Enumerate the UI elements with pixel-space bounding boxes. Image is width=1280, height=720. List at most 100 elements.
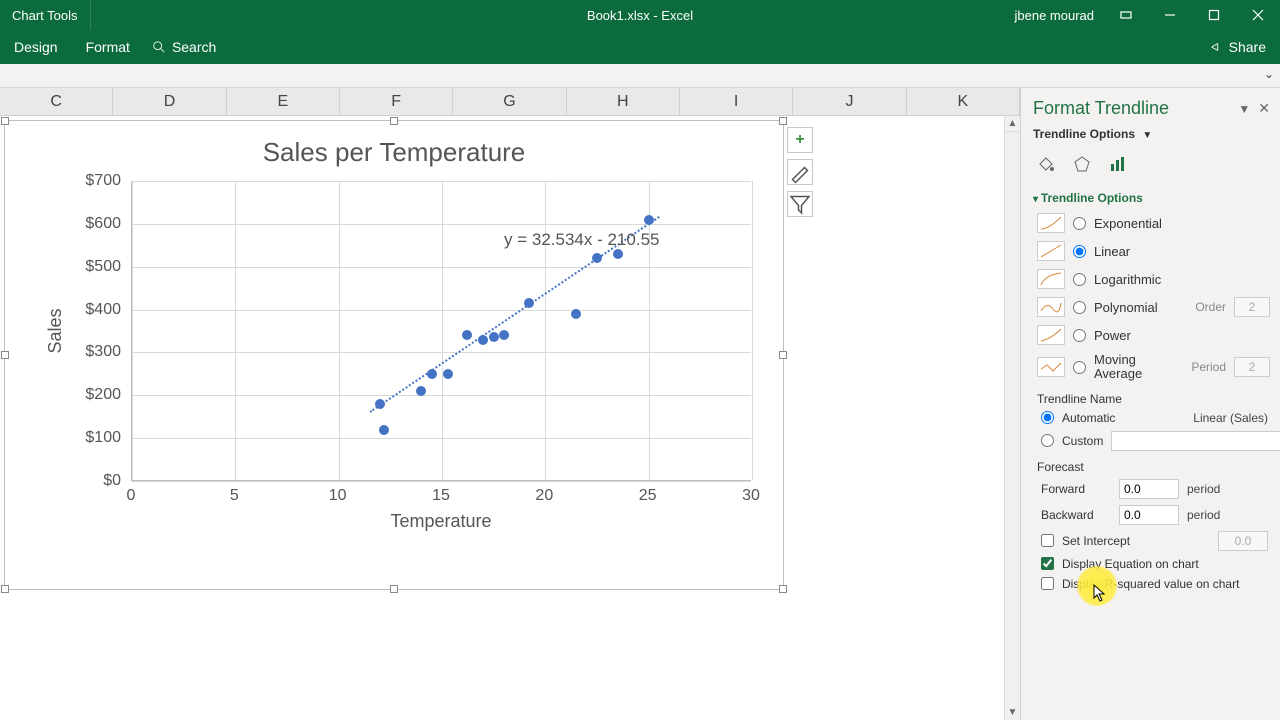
search-icon [152, 40, 166, 54]
checkbox-set-intercept[interactable] [1041, 534, 1054, 547]
data-point[interactable] [571, 309, 581, 319]
option-logarithmic[interactable]: Logarithmic [1021, 265, 1280, 293]
ribbon-tabs: Design Format Search Share [0, 30, 1280, 64]
auto-name-value: Linear (Sales) [1193, 411, 1268, 425]
chart-object[interactable]: Sales per Temperature Sales $0$100$200$3… [4, 120, 784, 590]
radio-linear[interactable] [1073, 245, 1086, 258]
col-header[interactable]: J [793, 88, 906, 115]
tab-design[interactable]: Design [0, 30, 72, 64]
chart-add-element-button[interactable]: + [787, 127, 813, 153]
share-button[interactable]: Share [1209, 39, 1266, 55]
trendline-equation-label[interactable]: y = 32.534x - 210.55 [504, 230, 659, 250]
col-header[interactable]: E [227, 88, 340, 115]
scroll-up-icon[interactable]: ▲ [1005, 116, 1020, 132]
pane-close-icon[interactable]: ✕ [1258, 100, 1270, 117]
radio-power[interactable] [1073, 329, 1086, 342]
radio-logarithmic[interactable] [1073, 273, 1086, 286]
name-automatic-row[interactable]: Automatic Linear (Sales) [1021, 408, 1280, 428]
pane-dropdown-icon[interactable]: ▼ [1238, 102, 1250, 116]
data-point[interactable] [462, 330, 472, 340]
chart-tools-label: Chart Tools [0, 0, 91, 30]
y-axis-title[interactable]: Sales [45, 308, 66, 353]
name-custom-row[interactable]: Custom [1021, 428, 1280, 454]
scroll-down-icon[interactable]: ▼ [1005, 704, 1020, 720]
moving-average-icon [1037, 357, 1065, 377]
data-point[interactable] [443, 369, 453, 379]
col-header[interactable]: D [113, 88, 226, 115]
ribbon-area: ⌄ [0, 64, 1280, 88]
resize-handle[interactable] [779, 585, 787, 593]
maximize-button[interactable] [1192, 0, 1236, 30]
option-linear[interactable]: Linear [1021, 237, 1280, 265]
radio-name-automatic[interactable] [1041, 411, 1054, 424]
col-header[interactable]: H [567, 88, 680, 115]
radio-polynomial[interactable] [1073, 301, 1086, 314]
resize-handle[interactable] [1, 351, 9, 359]
ribbon-display-options[interactable] [1104, 0, 1148, 30]
backward-input[interactable] [1119, 505, 1179, 525]
backward-label: Backward [1041, 508, 1111, 522]
plot-area[interactable]: y = 32.534x - 210.55 [131, 181, 751, 481]
data-point[interactable] [489, 332, 499, 342]
trendline-options-dropdown[interactable]: Trendline Options [1033, 127, 1135, 141]
brush-icon [788, 160, 812, 184]
bar-chart-icon [1108, 154, 1128, 174]
funnel-icon [788, 192, 812, 216]
close-button[interactable] [1236, 0, 1280, 30]
format-trendline-pane: Format Trendline ▼ ✕ Trendline Options ▼ [1020, 88, 1280, 720]
forward-input[interactable] [1119, 479, 1179, 499]
custom-name-input[interactable] [1111, 431, 1280, 451]
x-axis-title[interactable]: Temperature [131, 511, 751, 532]
col-header[interactable]: F [340, 88, 453, 115]
chart-title[interactable]: Sales per Temperature [5, 137, 783, 168]
set-intercept-input[interactable] [1218, 531, 1268, 551]
checkbox-display-equation[interactable] [1041, 557, 1054, 570]
logarithmic-icon [1037, 269, 1065, 289]
y-axis-labels: $0$100$200$300$400$500$600$700 [65, 181, 127, 481]
resize-handle[interactable] [779, 117, 787, 125]
resize-handle[interactable] [390, 585, 398, 593]
radio-exponential[interactable] [1073, 217, 1086, 230]
vertical-scrollbar[interactable]: ▲ ▼ [1004, 116, 1020, 720]
data-point[interactable] [379, 425, 389, 435]
trendline-name-header: Trendline Name [1021, 386, 1280, 408]
col-header[interactable]: C [0, 88, 113, 115]
data-point[interactable] [613, 249, 623, 259]
col-header[interactable]: K [907, 88, 1020, 115]
data-point[interactable] [416, 386, 426, 396]
minimize-button[interactable] [1148, 0, 1192, 30]
power-icon [1037, 325, 1065, 345]
chart-filter-button[interactable] [787, 191, 813, 217]
radio-moving-average[interactable] [1073, 361, 1086, 374]
tab-format[interactable]: Format [72, 30, 144, 64]
trendline-options-tab[interactable] [1105, 151, 1131, 177]
search-label: Search [172, 39, 216, 55]
titlebar: Chart Tools Book1.xlsx - Excel jbene mou… [0, 0, 1280, 30]
chart-styles-button[interactable] [787, 159, 813, 185]
plus-icon: + [795, 131, 804, 149]
section-trendline-options[interactable]: Trendline Options [1021, 187, 1280, 209]
ma-period-input[interactable] [1234, 357, 1270, 377]
expand-ribbon-icon[interactable]: ⌄ [1264, 67, 1274, 81]
resize-handle[interactable] [390, 117, 398, 125]
resize-handle[interactable] [779, 351, 787, 359]
column-headers: C D E F G H I J K [0, 88, 1020, 116]
resize-handle[interactable] [1, 117, 9, 125]
fill-line-tab[interactable] [1033, 151, 1059, 177]
col-header[interactable]: G [453, 88, 566, 115]
resize-handle[interactable] [1, 585, 9, 593]
col-header[interactable]: I [680, 88, 793, 115]
chevron-down-icon[interactable]: ▼ [1142, 130, 1152, 141]
radio-name-custom[interactable] [1041, 434, 1054, 447]
option-polynomial[interactable]: Polynomial Order [1021, 293, 1280, 321]
option-exponential[interactable]: Exponential [1021, 209, 1280, 237]
data-point[interactable] [499, 330, 509, 340]
checkbox-display-r-squared[interactable] [1041, 577, 1054, 590]
share-icon [1209, 40, 1223, 54]
poly-order-input[interactable] [1234, 297, 1270, 317]
option-moving-average[interactable]: Moving Average Period [1021, 349, 1280, 386]
effects-tab[interactable] [1069, 151, 1095, 177]
option-power[interactable]: Power [1021, 321, 1280, 349]
linear-icon [1037, 241, 1065, 261]
search-box[interactable]: Search [152, 39, 216, 55]
